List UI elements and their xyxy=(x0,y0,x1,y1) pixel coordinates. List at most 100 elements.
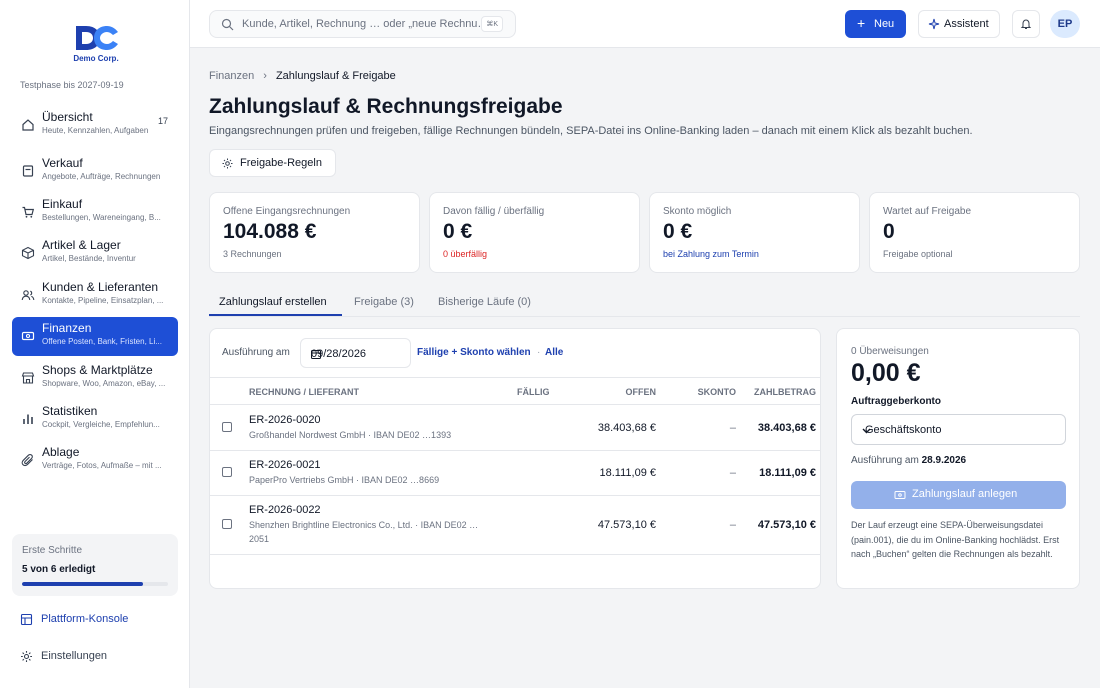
execution-prefix: Ausführung am xyxy=(851,455,919,466)
wallet-icon xyxy=(21,331,35,341)
logo-mark-icon xyxy=(76,26,118,50)
select-all-link[interactable]: Alle xyxy=(545,347,563,358)
wallet-icon xyxy=(894,491,906,499)
supplier-info: Shenzhen Brightline Electronics Co., Ltd… xyxy=(249,520,479,544)
sidebar-item-finanzen[interactable]: Finanzen Offene Posten, Bank, Fristen, L… xyxy=(12,317,178,356)
topbar: Kunde, Artikel, Rechnung … oder „neue Re… xyxy=(190,0,1100,48)
table-row[interactable]: ER-2026-0021 PaperPro Vertriebs GmbH · I… xyxy=(210,451,820,496)
tab-create-run[interactable]: Zahlungslauf erstellen xyxy=(219,296,327,308)
row-checkbox[interactable] xyxy=(222,519,232,529)
sidebar: Demo Corp. Testphase bis 2027-09-19 Über… xyxy=(0,0,190,688)
calendar-icon xyxy=(311,349,321,359)
steps-title: Erste Schritte xyxy=(22,545,83,556)
execution-date-input[interactable]: 09/28/2026 xyxy=(300,338,411,368)
active-tab-indicator xyxy=(209,314,342,316)
kpi-label: Offene Eingangsrechnungen xyxy=(223,206,351,217)
execution-date-summary: Ausführung am 28.9.2026 xyxy=(851,455,966,466)
global-search-input[interactable]: Kunde, Artikel, Rechnung … oder „neue Re… xyxy=(209,10,516,38)
open-amount-cell: 18.111,09 € xyxy=(599,467,656,479)
notifications-button[interactable] xyxy=(1012,10,1040,38)
table-row[interactable]: ER-2026-0022 Shenzhen Brightline Electro… xyxy=(210,496,820,555)
sidebar-item-label: Kunden & Lieferanten xyxy=(42,280,159,294)
kpi-value: 0 € xyxy=(443,220,473,243)
home-icon xyxy=(22,119,34,131)
supplier-info: PaperPro Vertriebs GmbH · IBAN DE02 …866… xyxy=(249,475,440,485)
execution-date: 28.9.2026 xyxy=(921,455,967,466)
logo-text: Demo Corp. xyxy=(73,54,119,63)
payment-run-card: Ausführung am 09/28/2026 Fällige + Skont… xyxy=(209,328,821,589)
invoice-number: ER-2026-0021 xyxy=(249,459,321,471)
table-row[interactable]: ER-2026-0020 Großhandel Nordwest GmbH · … xyxy=(210,405,820,451)
steps-progress-bar xyxy=(22,582,168,586)
cart-icon xyxy=(22,206,35,218)
column-header-open: OFFEN xyxy=(625,387,657,397)
sidebar-item-shops-marktplaetze[interactable]: Shops & Marktplätze Shopware, Woo, Amazo… xyxy=(12,359,178,398)
approval-rules-button[interactable]: Freigabe-Regeln xyxy=(209,149,336,177)
sidebar-item-sub: Shopware, Woo, Amazon, eBay, ... xyxy=(42,379,166,388)
column-header-due: FÄLLIG xyxy=(517,387,550,397)
tab-approval[interactable]: Freigabe (3) xyxy=(354,296,414,308)
user-avatar[interactable]: EP xyxy=(1050,10,1080,38)
sidebar-item-kunden-lieferanten[interactable]: Kunden & Lieferanten Kontakte, Pipeline,… xyxy=(12,276,178,315)
breadcrumb-current: Zahlungslauf & Freigabe xyxy=(275,70,396,82)
create-payment-run-button[interactable]: Zahlungslauf anlegen xyxy=(851,481,1066,509)
paperclip-icon xyxy=(21,453,33,467)
box-icon xyxy=(21,246,35,260)
discount-cell: – xyxy=(729,519,736,531)
gear-icon xyxy=(21,651,32,662)
plus-icon: + xyxy=(857,15,866,31)
account-select[interactable]: Geschäftskonto xyxy=(851,414,1066,445)
sidebar-item-verkauf[interactable]: Verkauf Angebote, Aufträge, Rechnungen xyxy=(12,152,178,191)
open-amount-cell: 38.403,68 € xyxy=(597,422,656,434)
account-label: Auftraggeberkonto xyxy=(851,396,941,407)
create-payment-run-label: Zahlungslauf anlegen xyxy=(912,488,1018,500)
company-logo[interactable]: Demo Corp. xyxy=(70,24,122,64)
column-header-discount: SKONTO xyxy=(697,387,736,397)
sidebar-item-einkauf[interactable]: Einkauf Bestellungen, Wareneingang, B... xyxy=(12,193,178,232)
sidebar-item-artikel-lager[interactable]: Artikel & Lager Artikel, Bestände, Inven… xyxy=(12,234,178,273)
payment-amount-cell: 38.403,68 € xyxy=(757,422,816,434)
kpi-label: Wartet auf Freigabe xyxy=(883,206,972,217)
discount-cell: – xyxy=(729,422,736,434)
store-icon xyxy=(21,372,35,384)
sidebar-item-sub: Offene Posten, Bank, Fristen, Li... xyxy=(42,337,162,346)
kpi-card-open-invoices: Offene Eingangsrechnungen 104.088 € 3 Re… xyxy=(209,192,420,273)
row-checkbox[interactable] xyxy=(222,422,232,432)
payment-amount-cell: 18.111,09 € xyxy=(759,467,816,479)
assistant-button[interactable]: Assistent xyxy=(918,10,1000,38)
select-due-and-discount-link[interactable]: Fällige + Skonto wählen xyxy=(417,347,531,358)
execution-date-label: Ausführung am xyxy=(222,347,290,358)
task-count-badge: 17 xyxy=(157,116,168,126)
column-header-invoice: RECHNUNG / LIEFERANT xyxy=(249,387,359,397)
breadcrumb-parent-link[interactable]: Finanzen xyxy=(209,70,254,82)
row-checkbox[interactable] xyxy=(222,467,232,477)
sidebar-item-label: Einkauf xyxy=(42,197,83,211)
sidebar-item-statistiken[interactable]: Statistiken Cockpit, Vergleiche, Empfehl… xyxy=(12,400,178,439)
grid-icon xyxy=(20,613,33,626)
sun-icon xyxy=(222,158,233,169)
sidebar-item-sub: Artikel, Bestände, Inventur xyxy=(42,254,136,263)
account-select-value: Geschäftskonto xyxy=(865,424,942,436)
supplier-info: Großhandel Nordwest GmbH · IBAN DE02 …13… xyxy=(249,430,452,440)
tab-previous-runs[interactable]: Bisherige Läufe (0) xyxy=(438,296,531,308)
sidebar-item-uebersicht[interactable]: Übersicht Heute, Kennzahlen, Aufgaben 17 xyxy=(12,106,178,145)
trial-notice: Testphase bis 2027-09-19 xyxy=(20,80,124,90)
sidebar-item-sub: Kontakte, Pipeline, Einsatzplan, ... xyxy=(42,296,164,305)
kpi-note: 3 Rechnungen xyxy=(223,249,282,259)
kpi-card-awaiting-approval: Wartet auf Freigabe 0 Freigabe optional xyxy=(869,192,1080,273)
transfer-total: 0,00 € xyxy=(851,359,921,387)
sepa-hint-text: Der Lauf erzeugt eine SEPA-Überweisungsd… xyxy=(851,520,1060,559)
kpi-value: 104.088 € xyxy=(223,220,317,243)
kpi-label: Skonto möglich xyxy=(663,206,732,217)
kpi-card-due: Davon fällig / überfällig 0 € 0 überfäll… xyxy=(429,192,640,273)
sidebar-item-sub: Angebote, Aufträge, Rechnungen xyxy=(42,172,161,181)
new-button[interactable]: + Neu xyxy=(845,10,906,38)
search-icon xyxy=(221,18,234,31)
table-header: RECHNUNG / LIEFERANT FÄLLIG OFFEN SKONTO… xyxy=(210,377,820,405)
onboarding-steps-card[interactable]: Erste Schritte 5 von 6 erledigt xyxy=(12,534,178,596)
sidebar-item-sub: Verträge, Fotos, Aufmaße – mit ... xyxy=(42,461,162,470)
tab-bar: Zahlungslauf erstellen Freigabe (3) Bish… xyxy=(209,290,1080,317)
approval-rules-label: Freigabe-Regeln xyxy=(240,157,322,169)
sidebar-item-ablage[interactable]: Ablage Verträge, Fotos, Aufmaße – mit ..… xyxy=(12,441,178,480)
invoice-number: ER-2026-0022 xyxy=(249,504,321,516)
